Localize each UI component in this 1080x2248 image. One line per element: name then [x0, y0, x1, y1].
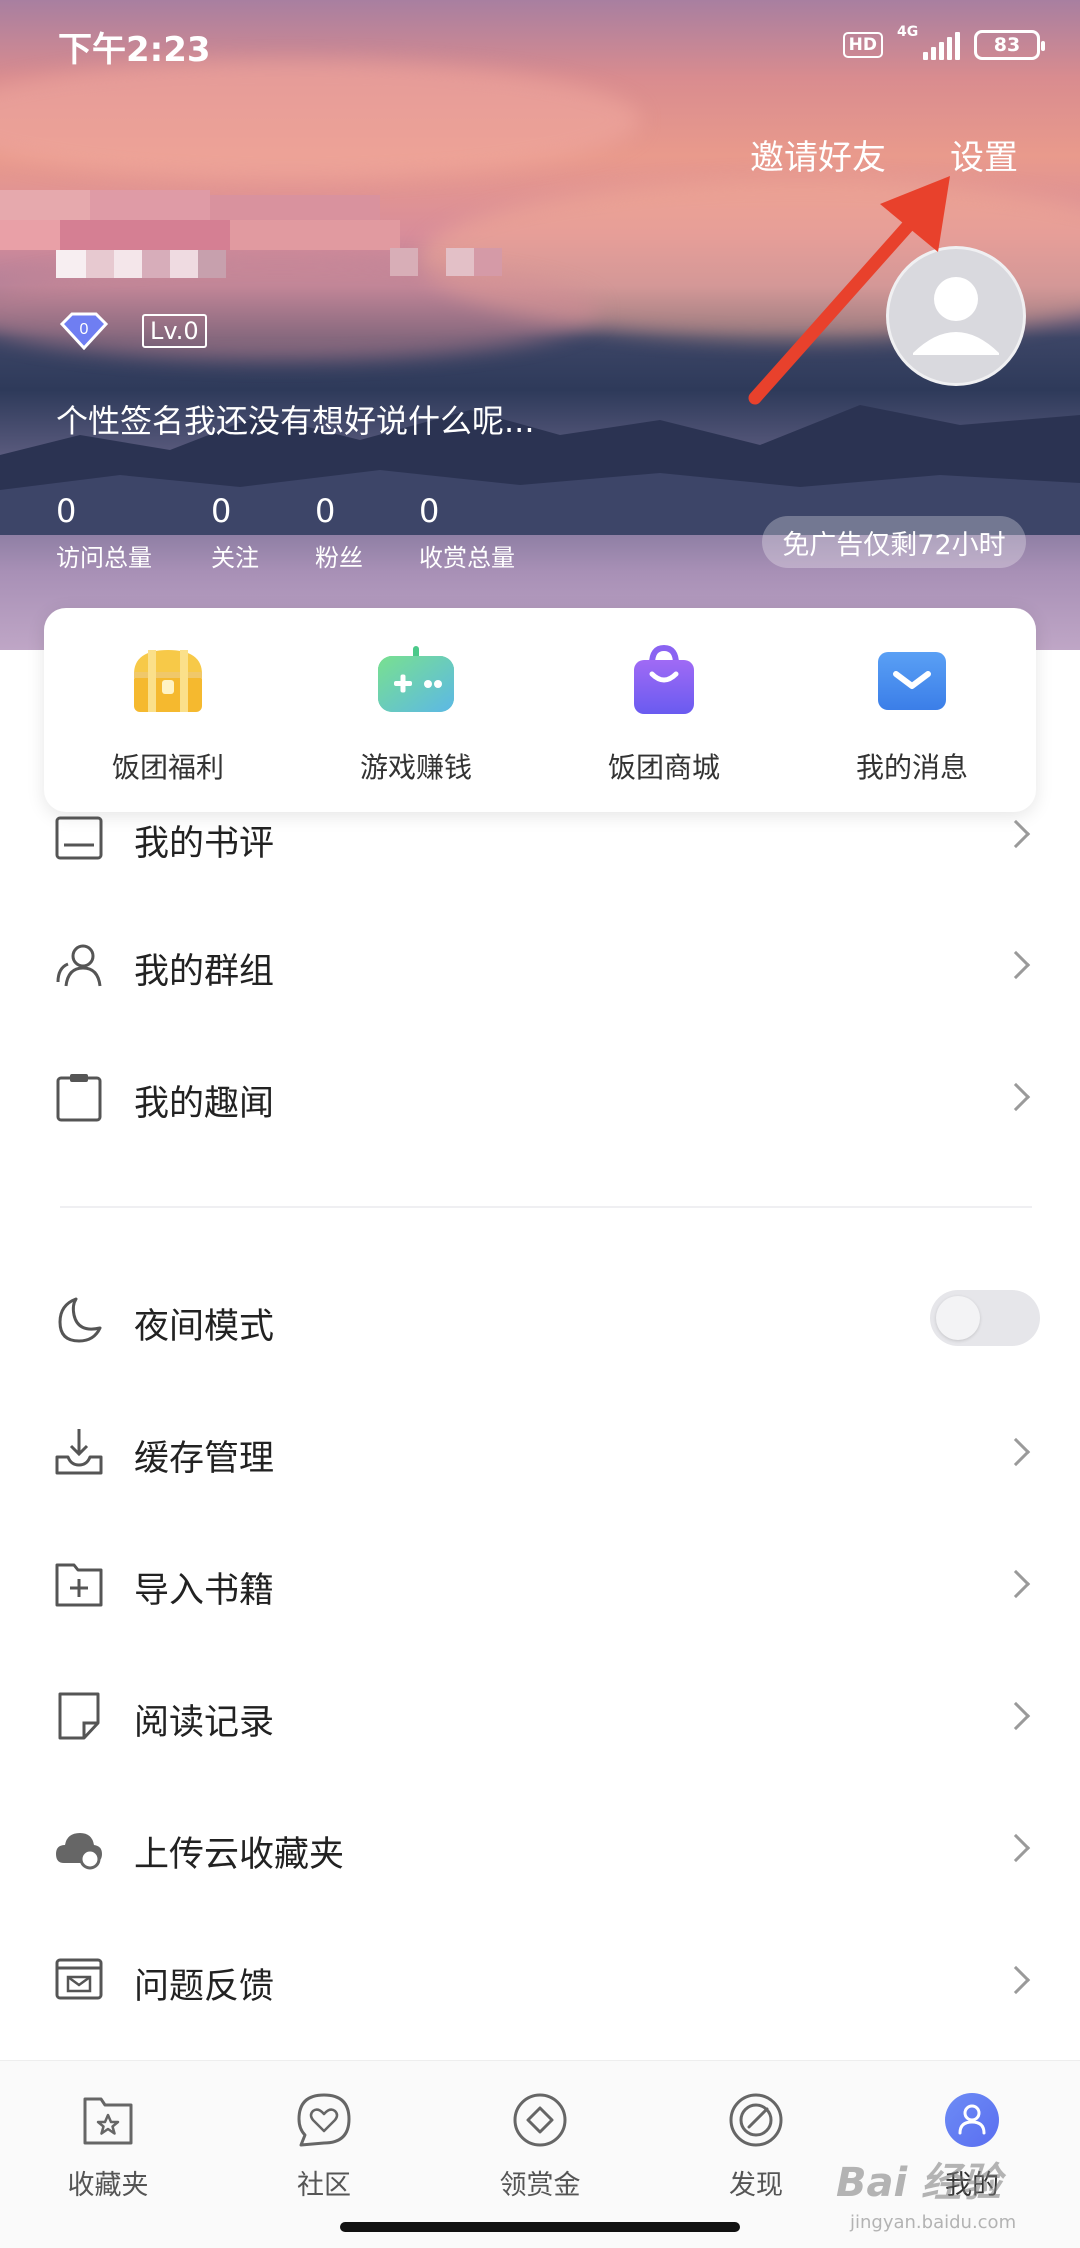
tab-community[interactable]: 社区 — [216, 2061, 432, 2248]
menu-import-books[interactable]: 导入书籍 — [0, 1524, 1080, 1644]
menu-label: 问题反馈 — [134, 1967, 275, 2007]
baidu-watermark-url: jingyan.baidu.com — [850, 2212, 1017, 2233]
folder-plus-icon — [55, 1563, 103, 1607]
signature[interactable]: 个性签名我还没有想好说什么呢... — [56, 396, 535, 442]
stat-label: 关注 — [211, 544, 259, 572]
menu-cache[interactable]: 缓存管理 — [0, 1392, 1080, 1512]
stat-fans[interactable]: 0 粉丝 — [315, 492, 419, 573]
menu-label: 阅读记录 — [134, 1703, 275, 1743]
nav-label: 收藏夹 — [67, 2170, 149, 2201]
chevron-right-icon — [1001, 1437, 1031, 1467]
baidu-watermark: Bai 经验 — [836, 2160, 1002, 2206]
stat-value: 0 — [211, 492, 232, 530]
review-doc-icon — [55, 816, 103, 860]
status-bar: 下午2:23 HD 4G 83 — [0, 0, 1080, 90]
chevron-right-icon — [1001, 1701, 1031, 1731]
bookmark-folder-icon — [83, 2097, 133, 2145]
vip-level: 0 — [80, 321, 89, 338]
chevron-right-icon — [1001, 950, 1031, 980]
stat-following[interactable]: 0 关注 — [211, 492, 315, 573]
level-tag: Lv.0 — [142, 314, 207, 348]
battery-icon: 83 — [974, 30, 1045, 60]
stat-value: 0 — [56, 492, 77, 530]
diamond-coin-icon — [513, 2093, 567, 2147]
menu-reading-history[interactable]: 阅读记录 — [0, 1656, 1080, 1776]
red-arrow-annotation — [748, 176, 950, 405]
hd-badge: HD — [842, 32, 883, 58]
stats-row: 0 访问总量 0 关注 0 粉丝 0 收赏总量 — [56, 492, 559, 573]
chevron-right-icon — [1001, 1082, 1031, 1112]
status-time: 下午2:23 — [58, 30, 211, 70]
chevron-right-icon — [1001, 1833, 1031, 1863]
stat-visits[interactable]: 0 访问总量 — [56, 492, 211, 573]
cloud-upload-icon — [56, 1833, 102, 1870]
compass-icon — [729, 2093, 783, 2147]
mail-icon — [872, 644, 952, 716]
network-type: 4G — [897, 24, 919, 40]
group-people-icon — [56, 944, 102, 987]
nav-label: 领赏金 — [499, 2170, 581, 2201]
signal-icon: 4G — [897, 24, 960, 60]
menu-label: 我的趣闻 — [134, 1084, 275, 1124]
stat-label: 访问总量 — [56, 544, 152, 572]
vip-diamond-icon: 0 — [58, 312, 110, 351]
menu-label: 导入书籍 — [134, 1571, 275, 1611]
stat-value: 0 — [419, 492, 440, 530]
menu-label: 缓存管理 — [134, 1439, 275, 1479]
stat-value: 0 — [315, 492, 336, 530]
chevron-right-icon — [1001, 1569, 1031, 1599]
download-tray-icon — [55, 1429, 103, 1475]
moon-icon — [58, 1297, 102, 1343]
ad-free-pill[interactable]: 免广告仅剩72小时 — [762, 516, 1026, 568]
nav-label: 社区 — [297, 2170, 351, 2201]
menu-groups[interactable]: 我的群组 — [0, 905, 1080, 1025]
home-indicator — [340, 2222, 740, 2232]
menu-feedback[interactable]: 问题反馈 — [0, 1920, 1080, 2040]
menu-news[interactable]: 我的趣闻 — [0, 1037, 1080, 1157]
menu-label: 上传云收藏夹 — [134, 1835, 345, 1875]
shopping-bag-icon — [624, 644, 704, 716]
clipboard-icon — [56, 1074, 102, 1122]
profile-icon — [945, 2093, 999, 2147]
username-mosaic — [0, 190, 560, 300]
nav-label: 发现 — [729, 2170, 783, 2201]
tab-discover[interactable]: 发现 — [648, 2061, 864, 2248]
stat-label: 粉丝 — [315, 544, 363, 572]
chevron-right-icon — [1001, 1965, 1031, 1995]
menu-label: 我的书评 — [134, 824, 275, 864]
menu-night-mode: 夜间模式 — [0, 1260, 1080, 1380]
profile-header: 下午2:23 HD 4G 83 邀请好友 设置 0 Lv.0 个性签名我还没有想… — [0, 0, 1080, 650]
menu-label: 夜间模式 — [134, 1307, 275, 1347]
menu-label: 我的群组 — [134, 952, 275, 992]
tab-favorites[interactable]: 收藏夹 — [0, 2061, 216, 2248]
feedback-mail-icon — [55, 1958, 103, 2000]
note-page-icon — [58, 1692, 100, 1740]
heart-chat-icon — [297, 2093, 351, 2147]
battery-level: 83 — [993, 34, 1021, 56]
menu-book-review[interactable]: 我的书评 — [0, 775, 1080, 895]
tab-bounty[interactable]: 领赏金 — [432, 2061, 648, 2248]
section-divider — [60, 1206, 1032, 1208]
stat-label: 收赏总量 — [419, 544, 515, 572]
menu-upload-cloud[interactable]: 上传云收藏夹 — [0, 1788, 1080, 1908]
night-mode-toggle[interactable] — [930, 1290, 1040, 1346]
treasure-chest-icon — [128, 644, 208, 716]
gamepad-icon — [376, 644, 456, 716]
stat-rewards[interactable]: 0 收赏总量 — [419, 492, 559, 573]
